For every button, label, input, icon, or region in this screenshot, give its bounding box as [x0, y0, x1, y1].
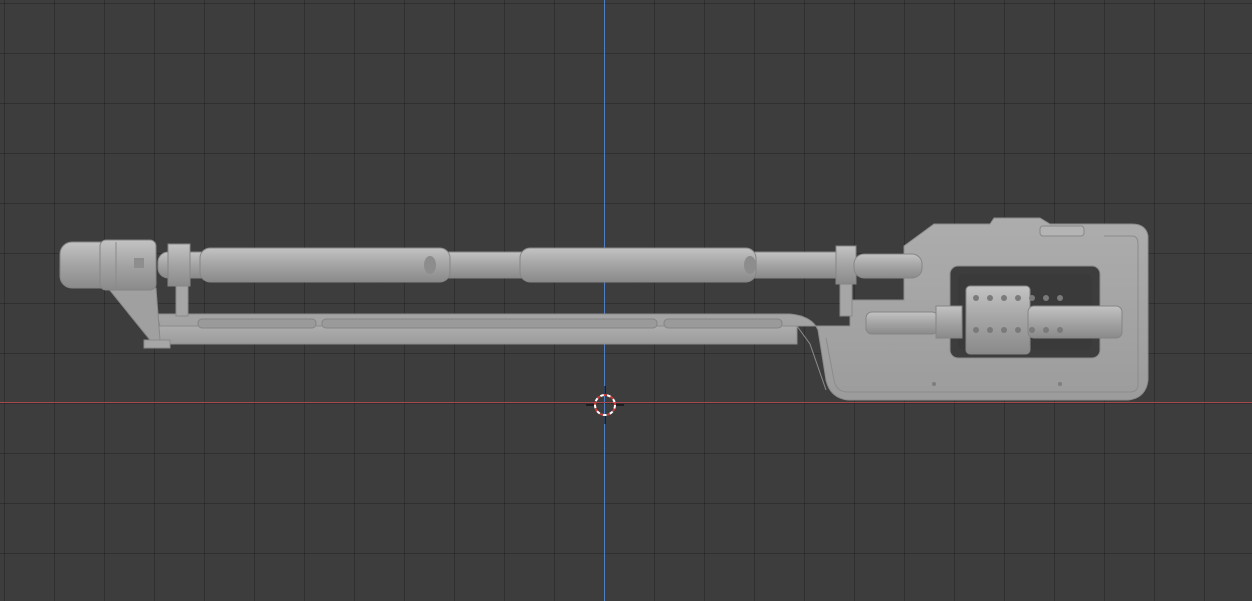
- barrel: [157, 243, 923, 287]
- muzzle: [59, 239, 157, 291]
- 3d-viewport[interactable]: [0, 0, 1252, 601]
- x-axis-line: [0, 402, 1252, 403]
- rifle-mesh[interactable]: [0, 0, 1252, 601]
- 3d-cursor-icon[interactable]: [586, 386, 624, 424]
